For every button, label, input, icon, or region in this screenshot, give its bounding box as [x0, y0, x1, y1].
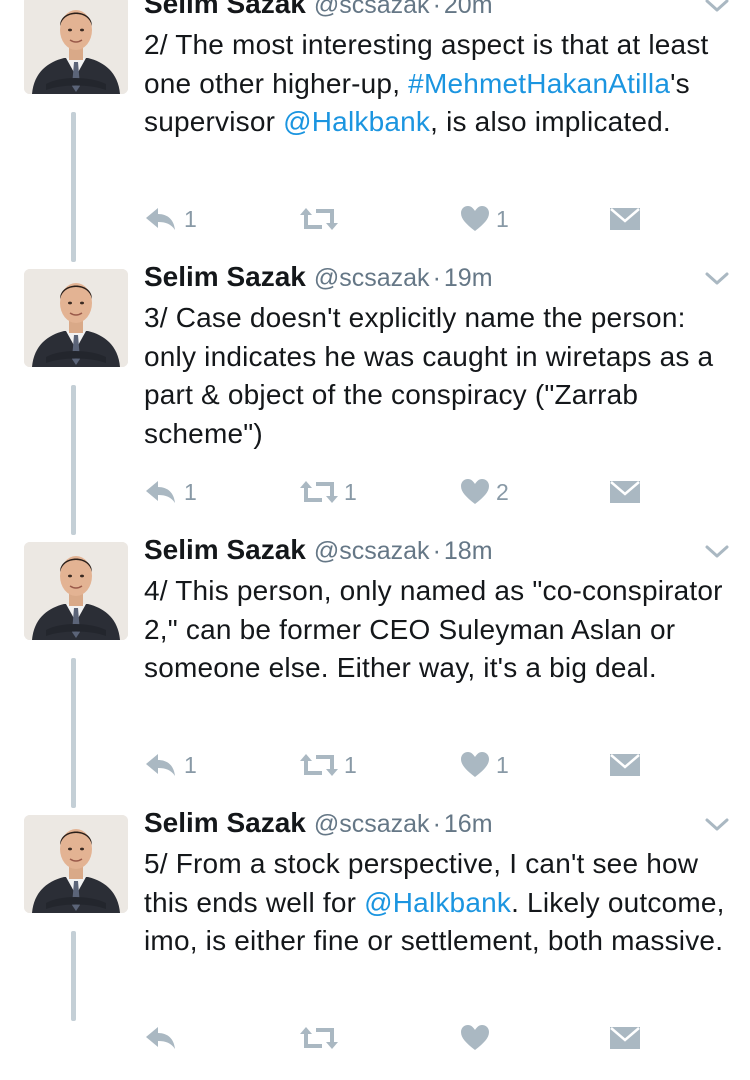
tweet-header: Selim Sazak @scsazak · 20m — [144, 0, 493, 22]
avatar-photo — [24, 815, 128, 913]
retweet-button[interactable] — [300, 1021, 344, 1055]
tweet-actions: 1 1 — [144, 202, 744, 236]
retweet-count: 1 — [344, 751, 357, 778]
direct-message-button[interactable] — [610, 202, 640, 236]
tweet-actions: 1 1 2 — [144, 475, 744, 509]
tweet-text: 4/ This person, only named as "co-conspi… — [144, 572, 734, 688]
timestamp[interactable]: 19m — [444, 264, 493, 292]
like-button[interactable]: 1 — [460, 748, 509, 782]
user-handle[interactable]: @scsazak — [314, 537, 430, 565]
timestamp[interactable]: 18m — [444, 537, 493, 565]
tweet-text: 3/ Case doesn't explicitly name the pers… — [144, 299, 734, 453]
tweet-header: Selim Sazak @scsazak · 18m — [144, 534, 493, 568]
hashtag-link[interactable]: #MehmetHakanAtilla — [408, 68, 670, 99]
mention-link[interactable]: @Halkbank — [283, 106, 430, 137]
direct-message-button[interactable] — [610, 1021, 640, 1055]
retweet-icon — [300, 481, 338, 503]
timestamp[interactable]: 20m — [444, 0, 493, 19]
direct-message-icon — [610, 754, 640, 776]
like-icon — [461, 479, 489, 504]
avatar[interactable] — [24, 269, 128, 367]
direct-message-icon — [610, 481, 640, 503]
avatar-photo — [24, 542, 128, 640]
direct-message-icon — [610, 208, 640, 230]
display-name[interactable]: Selim Sazak — [144, 261, 306, 292]
tweet[interactable]: Selim Sazak @scsazak · 19m 3/ Case doesn't … — [0, 261, 750, 534]
tweet-text: 2/ The most interesting aspect is that a… — [144, 26, 734, 142]
display-name[interactable]: Selim Sazak — [144, 534, 306, 565]
caret-down-icon[interactable] — [704, 544, 730, 560]
reply-icon — [146, 208, 175, 230]
direct-message-button[interactable] — [610, 748, 640, 782]
separator-dot: · — [432, 537, 441, 565]
display-name[interactable]: Selim Sazak — [144, 0, 306, 19]
tweet-actions — [144, 1021, 744, 1055]
reply-icon — [146, 481, 175, 503]
tweet-text-segment: 3/ Case doesn't explicitly name the pers… — [144, 302, 714, 449]
separator-dot: · — [432, 0, 441, 19]
retweet-icon — [300, 754, 338, 776]
like-button[interactable]: 2 — [460, 475, 509, 509]
like-button[interactable] — [460, 1021, 496, 1055]
retweet-icon — [300, 208, 338, 230]
like-icon — [461, 206, 489, 231]
reply-icon — [146, 754, 175, 776]
reply-count: 1 — [184, 478, 197, 505]
retweet-count: 1 — [344, 478, 357, 505]
tweet[interactable]: Selim Sazak @scsazak · 16m 5/ From a stock … — [0, 807, 750, 1080]
reply-icon — [146, 1027, 175, 1049]
user-handle[interactable]: @scsazak — [314, 810, 430, 838]
tweet-text-segment: 4/ This person, only named as "co-conspi… — [144, 575, 723, 683]
direct-message-button[interactable] — [610, 475, 640, 509]
reply-button[interactable] — [144, 1021, 184, 1055]
reply-count: 1 — [184, 751, 197, 778]
caret-down-icon[interactable] — [704, 0, 730, 14]
timestamp[interactable]: 16m — [444, 810, 493, 838]
tweet-actions: 1 1 1 — [144, 748, 744, 782]
tweet[interactable]: Selim Sazak @scsazak · 18m 4/ This person, … — [0, 534, 750, 807]
user-handle[interactable]: @scsazak — [314, 0, 430, 19]
retweet-button[interactable] — [300, 202, 344, 236]
reply-button[interactable]: 1 — [144, 475, 197, 509]
like-count: 1 — [496, 751, 509, 778]
like-count: 2 — [496, 478, 509, 505]
like-button[interactable]: 1 — [460, 202, 509, 236]
reply-button[interactable]: 1 — [144, 202, 197, 236]
tweet[interactable]: Selim Sazak @scsazak · 20m 2/ The most inte… — [0, 0, 750, 261]
like-count: 1 — [496, 205, 509, 232]
tweet-text-segment: , is also implicated. — [430, 106, 671, 137]
tweet-header: Selim Sazak @scsazak · 19m — [144, 261, 493, 295]
avatar[interactable] — [24, 0, 128, 94]
tweet-text: 5/ From a stock perspective, I can't see… — [144, 845, 734, 961]
user-handle[interactable]: @scsazak — [314, 264, 430, 292]
separator-dot: · — [432, 810, 441, 838]
retweet-button[interactable]: 1 — [300, 748, 357, 782]
direct-message-icon — [610, 1027, 640, 1049]
avatar-photo — [24, 269, 128, 367]
separator-dot: · — [432, 264, 441, 292]
tweet-header: Selim Sazak @scsazak · 16m — [144, 807, 493, 841]
like-icon — [461, 1025, 489, 1050]
retweet-icon — [300, 1027, 338, 1049]
mention-link[interactable]: @Halkbank — [364, 887, 511, 918]
avatar-photo — [24, 0, 128, 94]
avatar[interactable] — [24, 815, 128, 913]
reply-count: 1 — [184, 205, 197, 232]
reply-button[interactable]: 1 — [144, 748, 197, 782]
caret-down-icon[interactable] — [704, 817, 730, 833]
avatar[interactable] — [24, 542, 128, 640]
display-name[interactable]: Selim Sazak — [144, 807, 306, 838]
like-icon — [461, 752, 489, 777]
caret-down-icon[interactable] — [704, 271, 730, 287]
retweet-button[interactable]: 1 — [300, 475, 357, 509]
